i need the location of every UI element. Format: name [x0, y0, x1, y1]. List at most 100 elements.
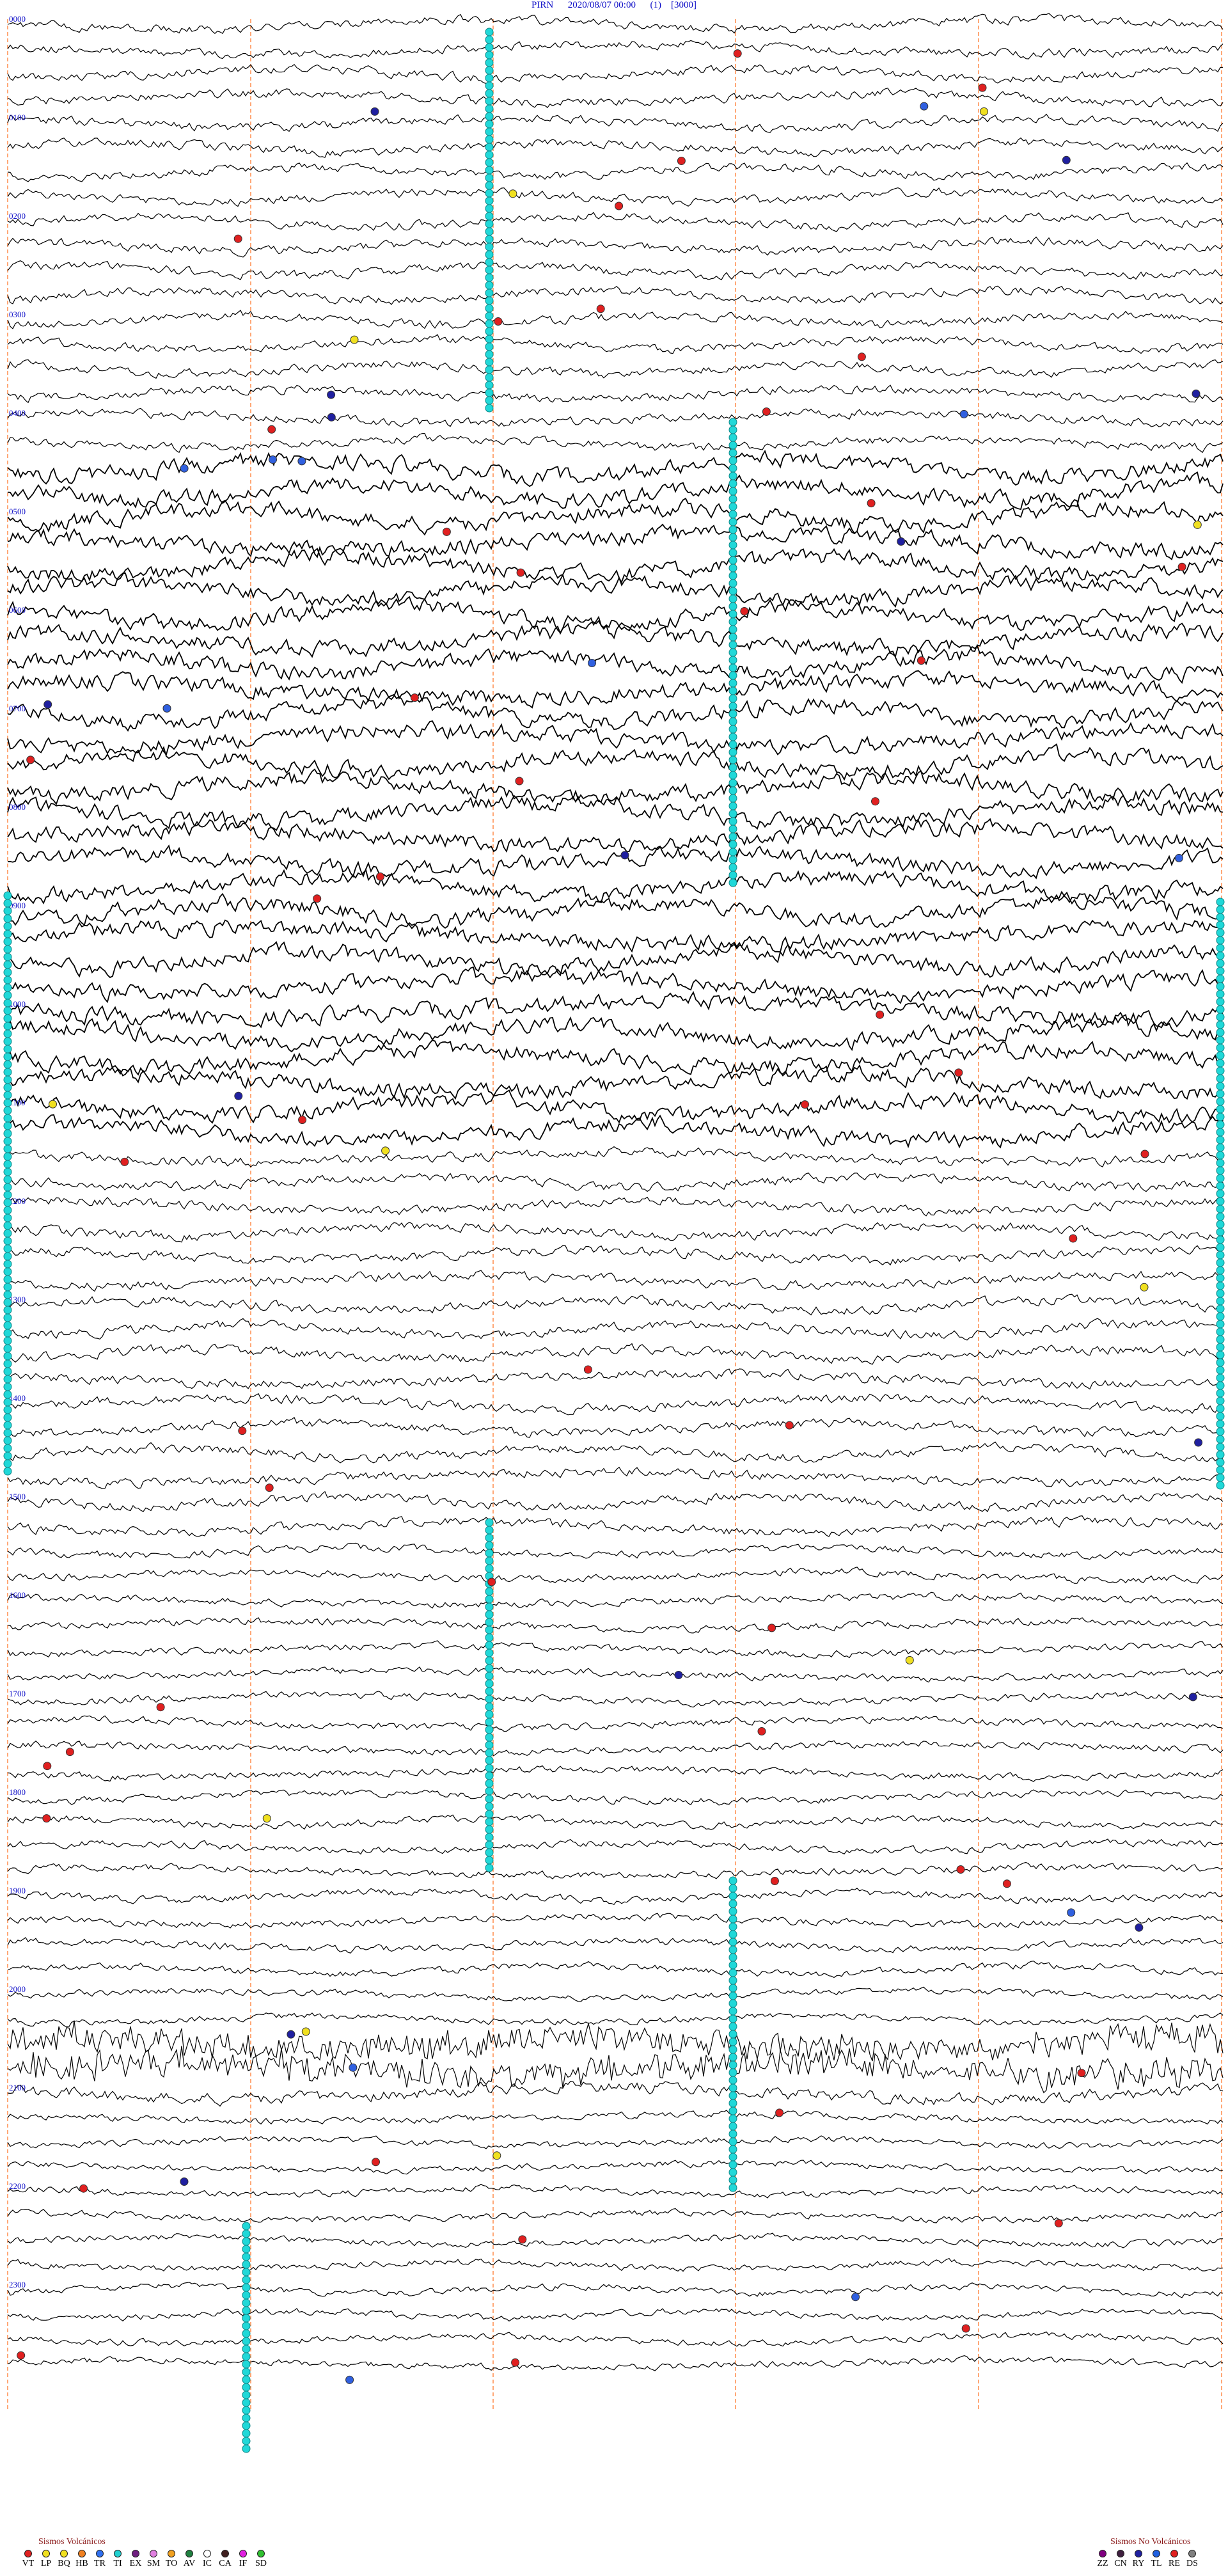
- event-marker: [1193, 520, 1202, 529]
- ti-event-marker: [485, 1802, 494, 1811]
- ti-event-marker: [728, 548, 737, 557]
- trace-line: [7, 449, 1224, 487]
- ti-event-marker: [3, 1175, 12, 1184]
- ti-event-marker: [485, 173, 494, 182]
- ti-event-marker: [728, 2114, 737, 2123]
- trace-line: [7, 919, 1224, 953]
- ti-event-marker: [485, 227, 494, 236]
- event-marker: [287, 2030, 295, 2039]
- event-marker: [956, 1865, 965, 1874]
- ti-event-marker: [485, 1848, 494, 1857]
- ti-event-marker: [3, 1313, 12, 1322]
- legend-nonvolcanic-swatch-icon: [1099, 2550, 1106, 2557]
- trace-line: [7, 1196, 1224, 1217]
- event-marker: [770, 1877, 779, 1885]
- ti-event-marker: [485, 335, 494, 344]
- ti-event-marker: [1216, 1304, 1225, 1313]
- event-marker: [349, 2063, 358, 2072]
- event-marker: [1069, 1234, 1078, 1243]
- ti-event-marker: [1216, 1135, 1225, 1144]
- ti-event-marker: [728, 418, 737, 427]
- legend-nonvolcanic-label: TL: [1151, 2559, 1162, 2568]
- event-marker: [156, 1703, 165, 1712]
- ti-event-marker: [1216, 1373, 1225, 1382]
- event-marker: [17, 2351, 26, 2360]
- legend-volcanic-item-vt: VT: [19, 2550, 37, 2568]
- ti-event-marker: [485, 204, 494, 213]
- ti-event-marker: [485, 250, 494, 259]
- legend-volcanic-item-ic: IC: [198, 2550, 216, 2568]
- ti-event-marker: [728, 2083, 737, 2092]
- event-marker: [298, 1116, 307, 1125]
- legend-nonvolcanic-item-zz: ZZ: [1094, 2550, 1112, 2568]
- trace-line: [7, 1789, 1224, 1806]
- event-marker: [959, 409, 968, 418]
- row-time-label: 2300: [9, 2280, 26, 2289]
- ti-event-marker: [1216, 1097, 1225, 1106]
- ti-event-marker: [728, 732, 737, 741]
- legend-nonvolcanic-swatch-icon: [1170, 2550, 1178, 2557]
- ti-event-marker: [485, 1549, 494, 1558]
- ti-event-marker: [1216, 1281, 1225, 1290]
- ti-event-marker: [728, 1945, 737, 1954]
- event-marker: [79, 2184, 88, 2193]
- trace-line: [7, 2135, 1224, 2149]
- trace-line: [7, 1888, 1224, 1906]
- ti-event-marker: [1216, 921, 1225, 929]
- legend-volcanic-item-sm: SM: [145, 2550, 162, 2568]
- event-marker: [376, 872, 384, 881]
- ti-event-marker: [485, 135, 494, 144]
- ti-event-marker: [728, 479, 737, 488]
- trace-line: [7, 1490, 1224, 1513]
- event-marker: [775, 2108, 784, 2117]
- ti-event-marker: [242, 2444, 251, 2453]
- legend-volcanic-label: TR: [94, 2559, 106, 2568]
- ti-event-marker: [3, 999, 12, 1007]
- ti-event-marker: [3, 1221, 12, 1230]
- legend-volcanic-item-ca: CA: [216, 2550, 234, 2568]
- ti-event-marker: [485, 396, 494, 405]
- ti-event-marker: [1216, 1143, 1225, 1152]
- ti-event-marker: [485, 388, 494, 397]
- event-marker: [733, 49, 742, 58]
- event-marker: [49, 1100, 57, 1109]
- event-marker: [867, 499, 876, 508]
- legend-volcanic-swatch-icon: [257, 2550, 265, 2557]
- event-marker: [327, 390, 336, 399]
- event-marker: [980, 107, 988, 116]
- row-time-label: 1600: [9, 1590, 26, 1600]
- ti-event-marker: [485, 196, 494, 205]
- legend-volcanic-item-sd: SD: [252, 2550, 270, 2568]
- ti-event-marker: [728, 518, 737, 526]
- event-marker: [588, 659, 596, 667]
- ti-event-marker: [728, 725, 737, 734]
- trace-line: [7, 844, 1224, 880]
- trace-line: [7, 1416, 1224, 1438]
- trace-line: [7, 1861, 1224, 1880]
- ti-event-marker: [728, 648, 737, 657]
- ti-event-marker: [1216, 905, 1225, 914]
- ti-event-marker: [242, 2390, 251, 2399]
- ti-event-marker: [242, 2222, 251, 2231]
- row-time-label: 0200: [9, 211, 26, 221]
- ti-event-marker: [242, 2229, 251, 2238]
- legend-volcanic-item-to: TO: [162, 2550, 180, 2568]
- ti-event-marker: [485, 89, 494, 98]
- ti-event-marker: [3, 1451, 12, 1460]
- legend-nonvolcanic-row: ZZ CN RY TL RE DS: [1094, 2550, 1201, 2568]
- ti-event-marker: [3, 1413, 12, 1422]
- ti-event-marker: [3, 1006, 12, 1015]
- trace-line: [7, 1343, 1224, 1365]
- ti-event-marker: [1216, 1274, 1225, 1283]
- ti-event-marker: [3, 1037, 12, 1046]
- ti-event-marker: [485, 158, 494, 167]
- ti-event-marker: [3, 1352, 12, 1361]
- ti-event-marker: [3, 1052, 12, 1061]
- ti-event-marker: [3, 1336, 12, 1345]
- trace-line: [7, 1039, 1224, 1077]
- ti-event-marker: [3, 1237, 12, 1245]
- trace-line: [7, 523, 1224, 561]
- legend-volcanic-item-tr: TR: [91, 2550, 109, 2568]
- ti-event-marker: [3, 1260, 12, 1268]
- ti-event-marker: [485, 143, 494, 152]
